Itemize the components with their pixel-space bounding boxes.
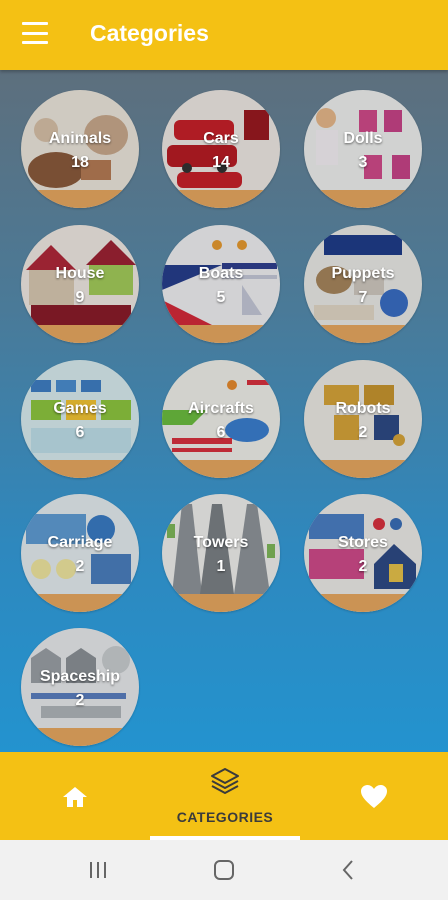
heart-icon [361,785,387,808]
category-towers[interactable]: Towers 1 [162,494,280,612]
category-count: 2 [75,558,85,575]
nav-favorites-button[interactable] [300,752,448,840]
category-count: 2 [75,692,85,709]
category-name: Games [53,400,107,417]
category-name: Dolls [343,130,383,147]
category-animals[interactable]: Animals 18 [21,90,139,208]
category-puppets[interactable]: Puppets 7 [304,225,422,343]
category-name: House [55,265,105,282]
bottom-navigation: CATEGORIES [0,752,448,840]
category-count: 6 [216,424,226,441]
categories-grid: Animals 18 Cars 14 Dolls 3 House 9 Boats… [0,70,448,752]
category-name: Spaceship [39,668,121,685]
category-name: Robots [335,400,391,417]
home-icon [63,787,87,807]
circle-home-icon[interactable] [213,859,235,881]
category-house[interactable]: House 9 [21,225,139,343]
category-count: 18 [71,154,89,171]
category-cars[interactable]: Cars 14 [162,90,280,208]
category-count: 7 [358,289,368,306]
category-name: Towers [193,534,249,551]
category-name: Animals [48,130,112,147]
category-robots[interactable]: Robots 2 [304,360,422,478]
layers-icon [211,768,239,794]
category-stores[interactable]: Stores 2 [304,494,422,612]
category-name: Boats [198,265,244,282]
category-name: Aircrafts [188,400,254,417]
category-count: 2 [358,424,368,441]
category-count: 2 [358,558,368,575]
category-dolls[interactable]: Dolls 3 [304,90,422,208]
active-tab-indicator [150,836,300,840]
category-spaceship[interactable]: Spaceship 2 [21,628,139,746]
nav-categories-tab[interactable]: CATEGORIES [150,752,300,840]
category-aircrafts[interactable]: Aircrafts 6 [162,360,280,478]
page-title: Categories [90,20,209,46]
nav-categories-label: CATEGORIES [176,809,274,825]
category-count: 1 [216,558,226,575]
category-boats[interactable]: Boats 5 [162,225,280,343]
category-count: 14 [212,154,230,171]
nav-home-button[interactable] [0,752,150,840]
back-chevron-icon[interactable] [340,859,356,881]
category-name: Stores [338,534,388,551]
category-name: Cars [203,130,239,147]
category-count: 9 [75,289,85,306]
category-count: 3 [358,154,368,171]
category-name: Carriage [47,534,113,551]
app-bar: Categories [0,0,448,70]
recents-icon[interactable] [88,861,108,879]
category-name: Puppets [331,265,395,282]
system-navigation-bar [0,840,448,900]
category-count: 6 [75,424,85,441]
category-count: 5 [216,289,226,306]
category-games[interactable]: Games 6 [21,360,139,478]
hamburger-menu-icon[interactable] [22,22,48,44]
category-carriage[interactable]: Carriage 2 [21,494,139,612]
